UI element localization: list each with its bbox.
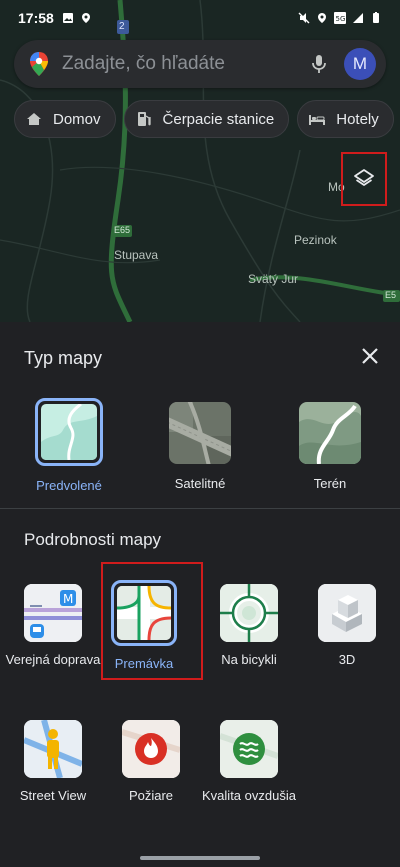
street-view-pegman-icon bbox=[24, 720, 82, 778]
fire-icon bbox=[122, 720, 180, 778]
status-bar: 17:58 5G bbox=[0, 0, 400, 36]
location-icon bbox=[81, 13, 90, 23]
map-type-default-thumbnail bbox=[35, 398, 103, 466]
public-transit-icon: M bbox=[24, 584, 82, 642]
chip-label: Domov bbox=[53, 110, 101, 128]
image-icon bbox=[62, 13, 73, 23]
location-icon bbox=[318, 13, 326, 23]
air-quality-thumbnail bbox=[220, 720, 278, 778]
detail-public-transit[interactable]: M Verejná doprava bbox=[5, 584, 101, 668]
detail-label: Na bicykli bbox=[221, 652, 277, 667]
network-5g-icon: 5G bbox=[334, 12, 346, 24]
map-type-satellite-thumbnail bbox=[169, 402, 231, 464]
bicycling-thumbnail bbox=[220, 584, 278, 642]
layers-icon bbox=[354, 169, 374, 186]
search-bar[interactable]: Zadajte, čo hľadáte M bbox=[14, 40, 386, 88]
detail-label: 3D bbox=[338, 652, 356, 667]
gesture-nav-bar[interactable] bbox=[140, 856, 260, 860]
gas-station-icon bbox=[137, 112, 151, 126]
layers-button[interactable] bbox=[341, 152, 387, 206]
detail-air-quality[interactable]: Kvalita ovzdušia bbox=[201, 720, 297, 804]
detail-label: Požiare bbox=[128, 788, 174, 803]
map-type-terrain-thumbnail bbox=[299, 402, 361, 464]
map-type-terrain-label: Terén bbox=[313, 476, 347, 491]
traffic-highlight-box bbox=[101, 562, 203, 680]
wildfires-thumbnail bbox=[122, 720, 180, 778]
map-details-title: Podrobnosti mapy bbox=[24, 530, 162, 549]
default-map-thumbnail bbox=[41, 404, 97, 460]
place-label: Pezinok bbox=[294, 233, 337, 247]
status-time: 17:58 bbox=[18, 10, 54, 26]
air-quality-icon bbox=[220, 720, 278, 778]
place-label: Stupava bbox=[114, 248, 159, 262]
close-icon[interactable] bbox=[358, 344, 382, 368]
detail-bicycling[interactable]: Na bicykli bbox=[201, 584, 297, 668]
satellite-map-thumbnail bbox=[169, 402, 231, 464]
svg-text:5G: 5G bbox=[336, 15, 346, 23]
layers-bottom-sheet: Typ mapy Predvolené Satelitné Terén Podr… bbox=[0, 322, 400, 867]
chip-label: Čerpacie stanice bbox=[162, 110, 275, 128]
map-type-title: Typ mapy bbox=[24, 348, 103, 368]
signal-icon bbox=[353, 13, 363, 23]
hotel-bed-icon bbox=[309, 115, 326, 125]
detail-street-view[interactable]: Street View bbox=[5, 720, 101, 804]
detail-label: Verejná doprava bbox=[5, 652, 101, 667]
detail-3d[interactable]: 3D bbox=[299, 584, 395, 668]
map-type-satellite-label: Satelitné bbox=[174, 476, 226, 491]
category-chips: Domov Čerpacie stanice Hotely bbox=[14, 100, 394, 138]
public-transit-thumbnail: M bbox=[24, 584, 82, 642]
3d-buildings-icon bbox=[318, 584, 376, 642]
street-view-thumbnail bbox=[24, 720, 82, 778]
map-type-satellite[interactable]: Satelitné bbox=[145, 402, 255, 491]
section-divider bbox=[0, 508, 400, 509]
svg-text:M: M bbox=[63, 592, 73, 606]
battery-icon bbox=[373, 12, 379, 23]
place-label: Svätý Jur bbox=[248, 272, 299, 286]
avatar[interactable]: M bbox=[344, 48, 376, 80]
home-icon bbox=[27, 113, 41, 125]
mute-icon bbox=[298, 12, 310, 24]
road-number-label: E5 bbox=[385, 290, 397, 300]
chip-hotels[interactable]: Hotely bbox=[297, 100, 394, 138]
map-type-terrain[interactable]: Terén bbox=[275, 402, 385, 491]
3d-thumbnail bbox=[318, 584, 376, 642]
chip-gas-stations[interactable]: Čerpacie stanice bbox=[123, 100, 290, 138]
google-maps-pin-icon bbox=[30, 52, 48, 76]
microphone-icon[interactable] bbox=[308, 53, 330, 75]
road-number-label: E65 bbox=[114, 225, 131, 235]
map-type-default-label: Predvolené bbox=[36, 478, 102, 493]
chip-label: Hotely bbox=[336, 110, 379, 128]
bicycle-icon bbox=[220, 584, 278, 642]
chip-home[interactable]: Domov bbox=[14, 100, 116, 138]
detail-label: Street View bbox=[19, 788, 87, 803]
detail-label: Kvalita ovzdušia bbox=[202, 788, 296, 803]
map-type-default[interactable]: Predvolené bbox=[14, 398, 124, 493]
detail-wildfires[interactable]: Požiare bbox=[103, 720, 199, 804]
search-input[interactable]: Zadajte, čo hľadáte bbox=[62, 53, 308, 75]
terrain-map-thumbnail bbox=[299, 402, 361, 464]
